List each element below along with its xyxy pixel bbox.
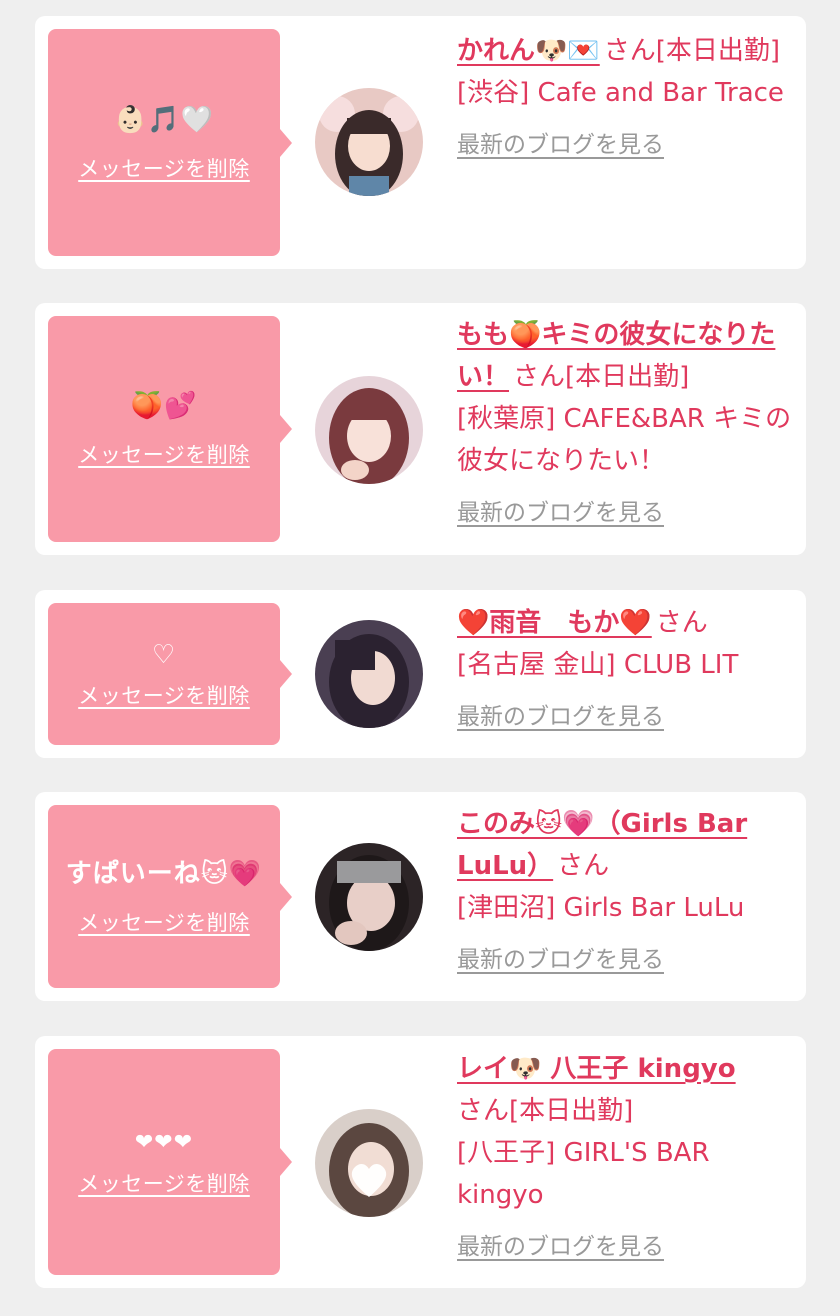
cast-info: かれん🐶💌 さん[本日出勤] [渋谷] Cafe and Bar Trace 最新…: [457, 30, 792, 166]
cast-name-link[interactable]: レイ🐶 八王子 kingyo: [457, 1054, 736, 1084]
cast-status: さん: [655, 608, 708, 638]
message-card: すぱいーね🐱💗 メッセージを削除 このみ🐱💗（Girls Bar LuLu） さん…: [35, 792, 806, 1001]
cast-name-link[interactable]: かれん🐶💌: [457, 36, 600, 66]
cast-name-link[interactable]: ❤️雨音 もか❤️: [457, 608, 652, 638]
message-card: ♡ メッセージを削除 ❤️雨音 もか❤️ さん [名古屋 金山] CLUB LIT…: [35, 590, 806, 758]
delete-message-link[interactable]: メッセージを削除: [78, 1168, 250, 1198]
cast-status: さん[本日出勤]: [603, 36, 781, 66]
latest-blog-link[interactable]: 最新のブログを見る: [457, 492, 664, 534]
avatar[interactable]: [315, 88, 423, 196]
cast-status: さん[本日出勤]: [457, 1096, 634, 1126]
message-bubble: 👶🏻🎵🤍 メッセージを削除: [48, 29, 292, 256]
message-card: 🍑💕 メッセージを削除 もも🍑キミの彼女になりたい！ さん[本日出勤] [秋葉原]…: [35, 303, 806, 555]
shop-location: [八王子] GIRL'S BAR kingyo: [457, 1138, 710, 1210]
message-bubble: 🍑💕 メッセージを削除: [48, 316, 292, 542]
message-text: 🍑💕: [130, 391, 198, 421]
avatar[interactable]: [315, 1109, 423, 1217]
message-text: 👶🏻🎵🤍: [113, 104, 215, 135]
message-card: ❤❤❤ メッセージを削除 レイ🐶 八王子 kingyo さん[本日出勤] [八王…: [35, 1036, 806, 1288]
delete-message-link[interactable]: メッセージを削除: [78, 680, 250, 710]
message-bubble: すぱいーね🐱💗 メッセージを削除: [48, 805, 292, 988]
message-text: ❤❤❤: [134, 1130, 194, 1155]
cast-info: もも🍑キミの彼女になりたい！ さん[本日出勤] [秋葉原] CAFE&BAR キミ…: [457, 314, 792, 534]
shop-location: [名古屋 金山] CLUB LIT: [457, 650, 739, 680]
cast-info: ❤️雨音 もか❤️ さん [名古屋 金山] CLUB LIT 最新のブログを見る: [457, 602, 792, 738]
shop-location: [渋谷] Cafe and Bar Trace: [457, 78, 784, 108]
shop-location: [秋葉原] CAFE&BAR キミの彼女になりたい！: [457, 404, 792, 476]
message-bubble: ♡ メッセージを削除: [48, 603, 292, 745]
message-text: ♡: [151, 640, 177, 670]
cast-status: さん: [557, 851, 610, 881]
avatar[interactable]: [315, 843, 423, 951]
message-text: すぱいーね🐱💗: [65, 858, 263, 889]
delete-message-link[interactable]: メッセージを削除: [78, 907, 250, 937]
message-bubble: ❤❤❤ メッセージを削除: [48, 1049, 292, 1275]
latest-blog-link[interactable]: 最新のブログを見る: [457, 939, 664, 981]
delete-message-link[interactable]: メッセージを削除: [78, 153, 250, 183]
message-card: 👶🏻🎵🤍 メッセージを削除 かれん🐶💌 さん[本日出勤] [渋谷] Cafe an…: [35, 16, 806, 269]
cast-status: さん[本日出勤]: [513, 362, 690, 392]
latest-blog-link[interactable]: 最新のブログを見る: [457, 1226, 664, 1268]
shop-location: [津田沼] Girls Bar LuLu: [457, 893, 745, 923]
avatar[interactable]: [315, 620, 423, 728]
latest-blog-link[interactable]: 最新のブログを見る: [457, 696, 664, 738]
cast-info: このみ🐱💗（Girls Bar LuLu） さん [津田沼] Girls Bar …: [457, 803, 792, 981]
avatar[interactable]: [315, 376, 423, 484]
cast-info: レイ🐶 八王子 kingyo さん[本日出勤] [八王子] GIRL'S BAR…: [457, 1048, 792, 1268]
latest-blog-link[interactable]: 最新のブログを見る: [457, 124, 664, 166]
delete-message-link[interactable]: メッセージを削除: [78, 439, 250, 469]
